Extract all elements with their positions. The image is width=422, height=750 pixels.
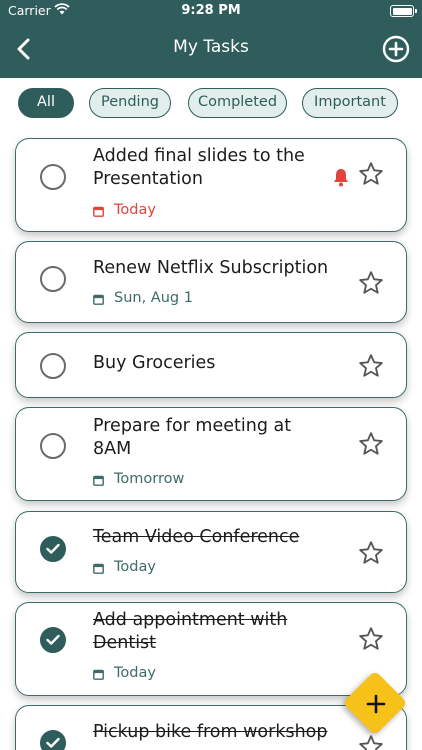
star-icon[interactable]: [358, 270, 384, 296]
task-checkbox[interactable]: [40, 266, 66, 292]
calendar-icon: [93, 475, 104, 486]
task-date-text: Sun, Aug 1: [114, 290, 193, 306]
filter-completed[interactable]: Completed: [188, 88, 287, 118]
task-title: Team Video Conference: [93, 527, 300, 547]
star-icon[interactable]: [358, 540, 384, 566]
task-card[interactable]: Added final slides to the Presentation T…: [15, 138, 407, 232]
bell-icon: [334, 169, 348, 187]
calendar-icon: [93, 563, 104, 574]
filter-important[interactable]: Important: [302, 88, 398, 118]
star-icon[interactable]: [358, 734, 384, 750]
task-title-line: Added final slides to the: [93, 146, 305, 166]
task-card[interactable]: Team Video Conference Today: [15, 511, 407, 593]
task-title-line: Prepare for meeting at: [93, 416, 292, 436]
star-icon[interactable]: [358, 626, 384, 652]
task-checkbox-checked[interactable]: [40, 730, 66, 750]
plus-circle-icon[interactable]: [382, 35, 410, 63]
task-card[interactable]: Renew Netflix Subscription Sun, Aug 1: [15, 241, 407, 323]
task-title-line: 8AM: [93, 439, 132, 459]
task-date-text: Tomorrow: [114, 471, 185, 487]
task-title-line: Add appointment with: [93, 610, 288, 630]
filter-all[interactable]: All: [18, 88, 74, 118]
calendar-icon: [93, 294, 104, 305]
app-header: Carrier 9:28 PM My Tasks: [0, 0, 422, 78]
task-title: Buy Groceries: [93, 353, 216, 373]
task-title: Add appointment with Dentist: [93, 609, 333, 655]
checkmark-icon: [46, 737, 60, 748]
task-card[interactable]: Add appointment with Dentist Today: [15, 602, 407, 696]
task-card[interactable]: Buy Groceries: [15, 332, 407, 398]
task-date-text: Today: [114, 202, 156, 218]
status-bar: Carrier 9:28 PM: [0, 0, 422, 22]
task-checkbox-checked[interactable]: [40, 536, 66, 562]
star-icon[interactable]: [358, 161, 384, 187]
task-checkbox-checked[interactable]: [40, 627, 66, 653]
plus-icon[interactable]: [364, 692, 388, 716]
star-icon[interactable]: [358, 431, 384, 457]
checkmark-icon: [46, 543, 60, 554]
task-title-line: Dentist: [93, 633, 157, 653]
page-title: My Tasks: [173, 37, 249, 57]
task-date-text: Today: [114, 559, 156, 575]
task-checkbox[interactable]: [40, 164, 66, 190]
calendar-icon: [93, 669, 104, 680]
task-title: Added final slides to the Presentation: [93, 145, 333, 191]
task-card[interactable]: Prepare for meeting at 8AM Tomorrow: [15, 407, 407, 501]
star-icon[interactable]: [358, 353, 384, 379]
calendar-icon: [93, 206, 104, 217]
status-time: 9:28 PM: [181, 3, 241, 18]
task-title: Renew Netflix Subscription: [93, 258, 329, 278]
task-title: Pickup bike from workshop: [93, 722, 328, 742]
task-title: Prepare for meeting at 8AM: [93, 415, 333, 461]
task-card[interactable]: Pickup bike from workshop: [15, 705, 407, 750]
filter-pending[interactable]: Pending: [89, 88, 171, 118]
task-title-line: Presentation: [93, 169, 203, 189]
battery-icon: [390, 5, 417, 17]
task-checkbox[interactable]: [40, 353, 66, 379]
nav-bar: My Tasks: [0, 30, 422, 68]
task-date-text: Today: [114, 665, 156, 681]
task-checkbox[interactable]: [40, 433, 66, 459]
checkmark-icon: [46, 634, 60, 645]
